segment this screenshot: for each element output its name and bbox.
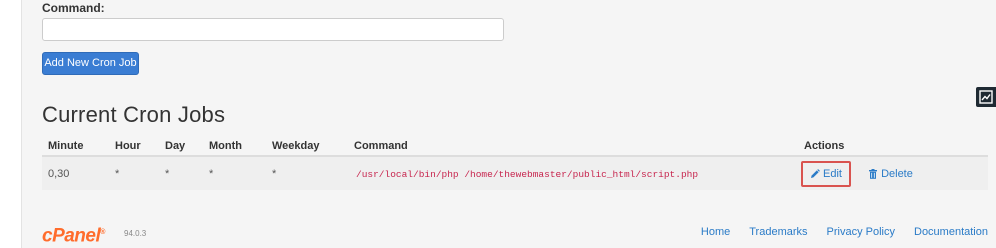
edit-label: Edit: [823, 167, 842, 180]
footer: cPanel® 94.0.3 Home Trademarks Privacy P…: [42, 222, 996, 247]
command-code: /usr/local/bin/php /home/thewebmaster/pu…: [356, 168, 699, 180]
header-minute: Minute: [42, 136, 109, 157]
left-sidebar-rail: [0, 0, 22, 248]
table-header-row: Minute Hour Day Month Weekday Command Ac…: [42, 136, 988, 157]
footer-link-privacy-policy[interactable]: Privacy Policy: [827, 226, 895, 238]
footer-link-trademarks[interactable]: Trademarks: [749, 226, 807, 238]
trash-icon: [869, 168, 878, 179]
cell-weekday: *: [266, 156, 348, 190]
table-row: 0,30 * * * * /usr/local/bin/php /home/th…: [42, 156, 988, 190]
cell-month: *: [203, 156, 266, 190]
command-label: Command:: [42, 1, 105, 15]
header-actions: Actions: [798, 136, 988, 157]
delete-link[interactable]: Delete: [868, 168, 913, 180]
cron-jobs-table: Minute Hour Day Month Weekday Command Ac…: [42, 136, 988, 190]
main-content: Command: Add New Cron Job Current Cron J…: [42, 0, 996, 248]
header-hour: Hour: [109, 136, 159, 157]
cpanel-logo[interactable]: cPanel®: [42, 222, 105, 247]
edit-link[interactable]: Edit: [810, 168, 842, 180]
cell-day: *: [159, 156, 203, 190]
version-text: 94.0.3: [124, 229, 147, 238]
header-weekday: Weekday: [266, 136, 348, 157]
header-month: Month: [203, 136, 266, 157]
cell-actions: Edit Delete: [798, 156, 988, 190]
chart-trend-icon: [979, 90, 993, 104]
footer-links: Home Trademarks Privacy Policy Documenta…: [701, 226, 988, 238]
footer-link-documentation[interactable]: Documentation: [914, 226, 988, 238]
command-input[interactable]: [42, 18, 504, 41]
pencil-icon: [811, 168, 820, 178]
delete-label: Delete: [881, 167, 913, 180]
header-command: Command: [348, 136, 798, 157]
page-title: Current Cron Jobs: [42, 102, 226, 127]
footer-link-home[interactable]: Home: [701, 226, 730, 238]
edit-highlight-box: Edit: [801, 160, 851, 187]
cell-command: /usr/local/bin/php /home/thewebmaster/pu…: [348, 156, 798, 190]
cell-minute: 0,30: [42, 156, 109, 190]
stats-widget-toggle[interactable]: [976, 87, 996, 107]
add-new-cron-job-button[interactable]: Add New Cron Job: [42, 52, 139, 75]
cell-hour: *: [109, 156, 159, 190]
registered-mark: ®: [100, 229, 105, 236]
header-day: Day: [159, 136, 203, 157]
logo-text: cPanel: [42, 225, 101, 247]
